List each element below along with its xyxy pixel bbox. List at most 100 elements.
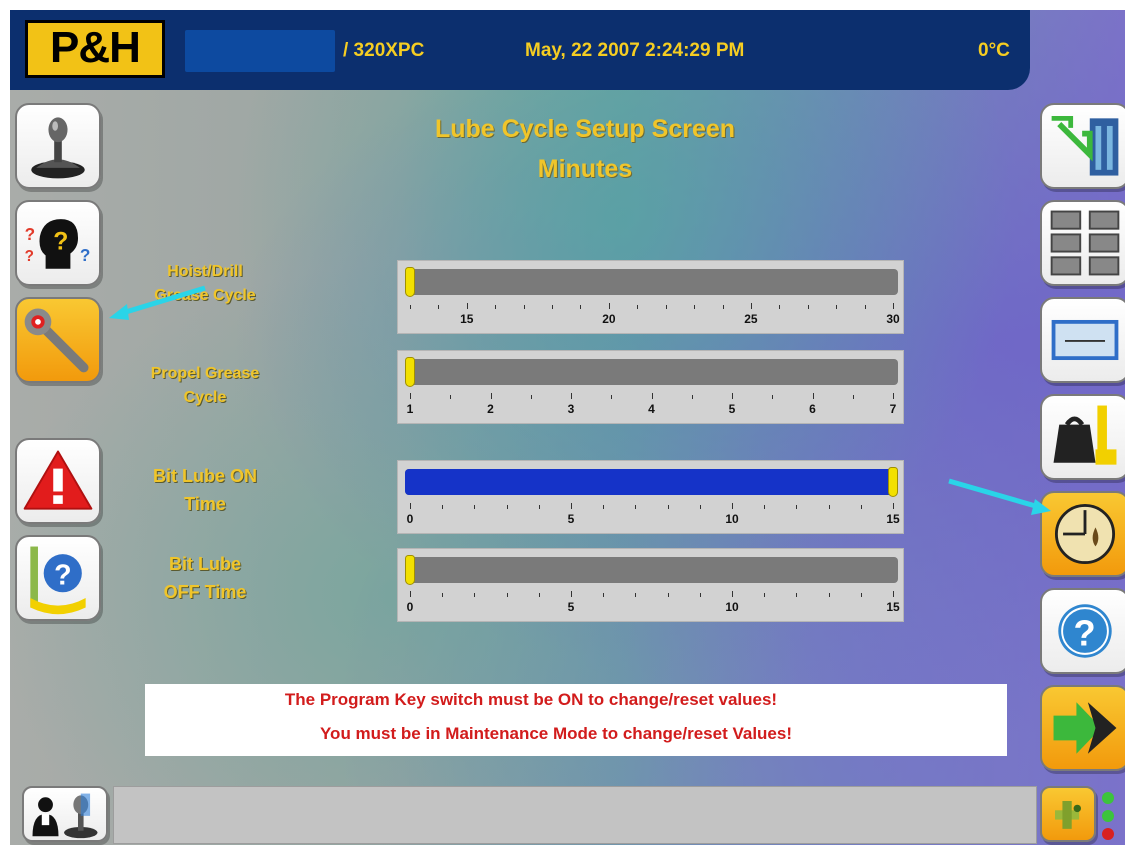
status-led-red — [1102, 828, 1114, 840]
next-screen-button[interactable] — [1040, 685, 1125, 771]
label-line: Cycle — [183, 389, 227, 406]
slider-minor-tick — [667, 593, 669, 597]
slider-minor-tick — [722, 305, 724, 309]
weight-ruler-button[interactable] — [1040, 394, 1125, 480]
brand-logo: P&H — [25, 20, 165, 78]
slider-minor-tick — [580, 305, 582, 309]
slider-minor-tick — [779, 305, 781, 309]
weight-ruler-icon — [1053, 405, 1117, 465]
slider-tick-label: 30 — [886, 312, 900, 326]
operator-button[interactable] — [22, 786, 108, 842]
alarm-warning-icon — [23, 450, 93, 510]
display-panel-button[interactable] — [1040, 297, 1125, 383]
status-led-green — [1102, 792, 1114, 804]
joystick-button[interactable] — [15, 103, 101, 189]
slider-minor-tick — [506, 593, 508, 597]
slider-track[interactable] — [405, 467, 898, 497]
slider-major-tick — [410, 393, 411, 399]
grid-layout-icon — [1050, 210, 1120, 276]
label-line: Time — [184, 494, 226, 514]
slider-major-tick — [651, 393, 653, 399]
slider-minor-tick — [699, 593, 701, 597]
drill-help-button[interactable]: ? — [15, 535, 101, 621]
display-panel-icon — [1051, 319, 1119, 361]
help-person-button[interactable]: ? ? ? ? — [15, 200, 101, 286]
machine-model: / 320XPC — [343, 40, 425, 61]
slider-minor-tick — [442, 593, 444, 597]
slider-major-tick — [608, 303, 610, 309]
app-screen: P&H / 320XPC May, 22 2007 2:24:29 PM 0°C… — [10, 10, 1125, 845]
slider-minor-tick — [860, 505, 862, 509]
maintenance-wrench-button[interactable] — [15, 297, 101, 383]
maintenance-mode-message: You must be in Maintenance Mode to chang… — [319, 724, 792, 743]
label-line: Bit Lube ON — [153, 466, 257, 486]
slider-tick-label: 1 — [406, 402, 414, 416]
drill-help-icon: ? — [30, 546, 86, 615]
slider-minor-tick — [665, 305, 667, 309]
slider-minor-tick — [796, 593, 798, 597]
slider-major-tick — [732, 393, 733, 399]
slider-minor-tick — [506, 505, 508, 509]
alarms-button[interactable] — [15, 438, 101, 524]
svg-text:?: ? — [1074, 612, 1096, 653]
propel-grease-slider[interactable]: 1 2 3 4 5 6 7 — [397, 350, 904, 424]
slider-major-tick — [732, 503, 733, 509]
slider-minor-tick — [807, 305, 809, 309]
slider-tick-label: 4 — [648, 402, 655, 416]
page-subtitle: Minutes — [537, 155, 633, 183]
slider-minor-tick — [538, 593, 540, 597]
grid-layout-button[interactable] — [1040, 200, 1125, 286]
label-line: OFF Time — [163, 582, 247, 602]
slider-major-tick — [732, 591, 733, 597]
slider-major-tick — [893, 503, 894, 509]
slider-track[interactable] — [405, 267, 898, 297]
slider-minor-tick — [603, 593, 605, 597]
slider-thumb[interactable] — [405, 357, 415, 387]
slider-tick-label: 15 — [460, 312, 474, 326]
slider-minor-tick — [796, 505, 798, 509]
temperature-readout: 0°C — [978, 40, 1010, 61]
page-title: Lube Cycle Setup Screen — [434, 115, 736, 143]
slider-tick-label: 6 — [809, 402, 816, 416]
shovel-icon — [1055, 801, 1081, 829]
slider-track[interactable] — [405, 357, 898, 387]
program-key-message: The Program Key switch must be ON to cha… — [284, 690, 778, 709]
slider-minor-tick — [523, 305, 525, 309]
slider-minor-tick — [530, 395, 532, 399]
help-button[interactable]: ? — [1040, 588, 1125, 674]
slider-thumb[interactable] — [888, 467, 898, 497]
svg-text:?: ? — [54, 560, 71, 592]
propel-grease-label: Propel Grease Cycle — [130, 362, 280, 410]
slider-minor-tick — [860, 593, 862, 597]
slider-thumb[interactable] — [405, 555, 415, 585]
slider-minor-tick — [694, 305, 696, 309]
slider-major-tick — [490, 393, 492, 399]
slider-tick-label: 10 — [725, 600, 739, 614]
operator-joystick-icon — [32, 793, 98, 839]
bit-lube-on-slider[interactable]: 0 5 10 15 — [397, 460, 904, 534]
shovel-button[interactable] — [1040, 786, 1096, 842]
machine-view-button[interactable] — [1040, 103, 1125, 189]
slider-minor-tick — [442, 505, 444, 509]
slider-tick-label: 15 — [886, 512, 900, 526]
label-line: Bit Lube — [169, 554, 241, 574]
slider-minor-tick — [495, 305, 497, 309]
hoist-drill-grease-slider[interactable]: 15 20 25 30 — [397, 260, 904, 334]
slider-minor-tick — [603, 505, 605, 509]
slider-major-tick — [410, 503, 411, 509]
slider-tick-label: 25 — [744, 312, 758, 326]
header-blank-field — [185, 30, 335, 72]
slider-fill — [405, 469, 898, 495]
bit-lube-off-slider[interactable]: 0 5 10 15 — [397, 548, 904, 622]
slider-major-tick — [571, 393, 572, 399]
slider-tick-label: 5 — [728, 402, 736, 416]
slider-major-tick — [893, 591, 894, 597]
bit-lube-off-label: Bit Lube OFF Time — [130, 550, 280, 606]
slider-major-tick — [571, 591, 572, 597]
slider-track[interactable] — [405, 555, 898, 585]
slider-tick-label: 2 — [487, 402, 494, 416]
slider-minor-tick — [772, 395, 774, 399]
slider-minor-tick — [637, 305, 639, 309]
svg-text:?: ? — [25, 248, 34, 265]
slider-thumb[interactable] — [405, 267, 415, 297]
